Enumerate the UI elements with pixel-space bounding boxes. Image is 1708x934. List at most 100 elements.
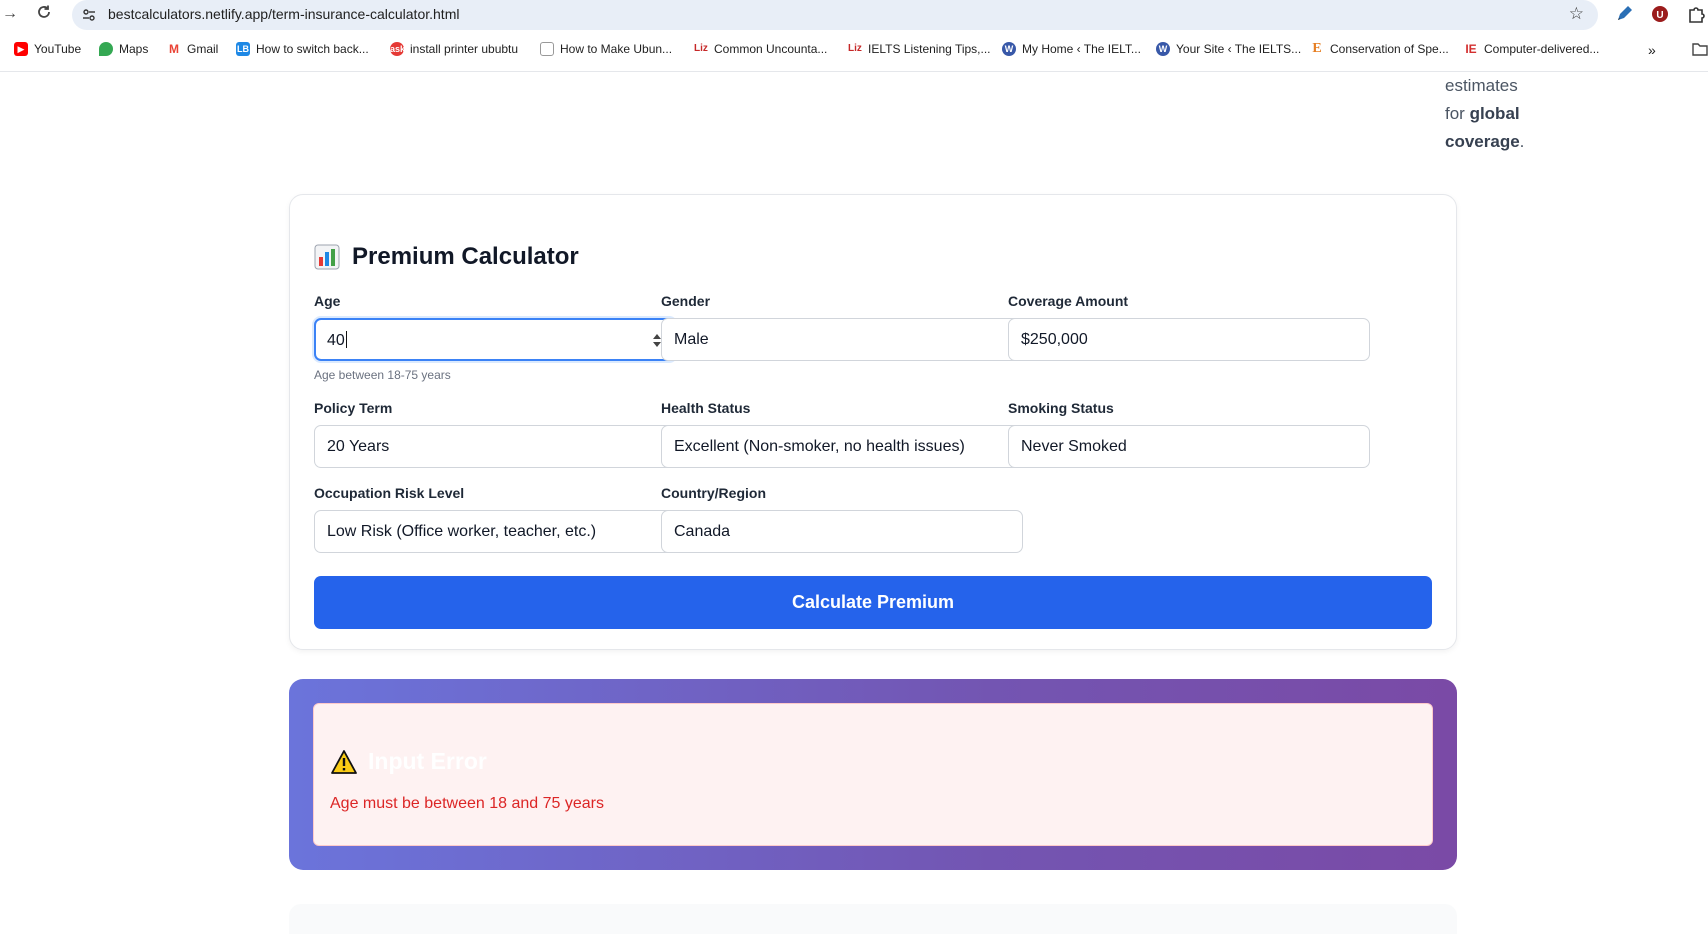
pen-extension-icon[interactable] xyxy=(1614,4,1634,24)
svg-text:U: U xyxy=(1656,10,1663,21)
folder-icon[interactable] xyxy=(1692,42,1708,56)
coverage-label: Coverage Amount xyxy=(1008,293,1129,309)
term-value: 20 Years xyxy=(327,438,390,455)
coverage-field-group: Coverage Amount $250,000 xyxy=(1008,293,1370,361)
bookmark-my-home[interactable]: W My Home ‹ The IELT... xyxy=(1002,42,1141,56)
bookmark-switch-back[interactable]: LB How to switch back... xyxy=(236,42,369,56)
bookmark-label: Common Uncounta... xyxy=(714,42,828,56)
gender-label: Gender xyxy=(661,293,711,309)
next-section-card xyxy=(289,904,1457,934)
reload-icon[interactable] xyxy=(34,4,54,24)
bookmark-star-icon[interactable]: ☆ xyxy=(1569,4,1584,24)
country-label: Country/Region xyxy=(661,485,766,501)
wordpress-icon: W xyxy=(1156,42,1170,56)
country-value: Canada xyxy=(674,523,731,540)
error-title-text: Input Error xyxy=(368,748,487,774)
bookmark-uncountable[interactable]: Liz Common Uncounta... xyxy=(694,42,827,56)
side-text-line: estimates xyxy=(1445,76,1518,95)
browser-chrome: → bestcalculators.netlify.app/term-insur… xyxy=(0,0,1708,72)
bookmark-label: How to switch back... xyxy=(256,42,369,56)
coverage-select[interactable]: $250,000 xyxy=(1008,318,1370,361)
wordpress-icon: W xyxy=(1002,42,1016,56)
calculate-premium-button[interactable]: Calculate Premium xyxy=(314,576,1432,629)
gender-value: Male xyxy=(674,331,709,348)
url-path: /term-insurance-calculator.html xyxy=(268,6,460,22)
side-text-line: coverage. xyxy=(1445,128,1535,156)
bookmark-your-site[interactable]: W Your Site ‹ The IELTS... xyxy=(1156,42,1301,56)
term-select[interactable]: 20 Years xyxy=(314,425,676,468)
bar-chart-icon xyxy=(314,244,340,270)
site-icon xyxy=(540,42,554,56)
smoking-value: Never Smoked xyxy=(1021,438,1127,455)
bookmark-label: Your Site ‹ The IELTS... xyxy=(1176,42,1302,56)
bookmark-computer-delivered[interactable]: IE Computer-delivered... xyxy=(1464,42,1599,56)
side-text-bold: global xyxy=(1469,104,1520,123)
bookmark-label: How to Make Ubun... xyxy=(560,42,673,56)
bookmark-youtube[interactable]: ▶ YouTube xyxy=(14,42,81,56)
age-value: 40 xyxy=(327,331,347,350)
warning-icon xyxy=(331,749,357,774)
maps-icon xyxy=(99,42,113,56)
extensions-puzzle-icon[interactable] xyxy=(1686,4,1706,24)
side-text-fragment: . xyxy=(1519,132,1525,151)
url-text: bestcalculators.netlify.app/term-insuran… xyxy=(108,6,459,22)
bookmark-ielts-tips[interactable]: Liz IELTS Listening Tips,... xyxy=(848,42,991,56)
occupation-select[interactable]: Low Risk (Office worker, teacher, etc.) xyxy=(314,510,676,553)
calculator-title: Premium Calculator xyxy=(314,243,579,271)
forward-icon[interactable]: → xyxy=(0,4,20,24)
side-description: estimates for global coverage. xyxy=(1445,72,1535,156)
calculator-title-text: Premium Calculator xyxy=(352,243,579,270)
side-text-line: for global xyxy=(1445,100,1535,128)
bookmark-label: YouTube xyxy=(34,42,82,56)
bookmark-printer[interactable]: ask install printer ububtu xyxy=(390,42,518,56)
address-bar[interactable]: bestcalculators.netlify.app/term-insuran… xyxy=(72,0,1598,30)
bookmark-label: Gmail xyxy=(187,42,219,56)
text-caret xyxy=(345,331,347,348)
gmail-icon: M xyxy=(167,42,181,56)
country-select[interactable]: Canada xyxy=(661,510,1023,553)
gender-field-group: Gender Male xyxy=(661,293,1023,361)
site-settings-icon[interactable] xyxy=(81,7,97,23)
term-label: Policy Term xyxy=(314,400,393,416)
bookmark-label: IELTS Listening Tips,... xyxy=(868,42,991,56)
bookmark-label: Maps xyxy=(119,42,149,56)
gender-select[interactable]: Male xyxy=(661,318,1023,361)
side-text-bold: coverage xyxy=(1445,132,1520,151)
error-box: Input Error Age must be between 18 and 7… xyxy=(313,703,1433,846)
health-value: Excellent (Non-smoker, no health issues) xyxy=(674,438,965,455)
bookmark-maps[interactable]: Maps xyxy=(99,42,148,56)
side-text-fragment: for xyxy=(1445,104,1470,123)
smoking-field-group: Smoking Status Never Smoked xyxy=(1008,400,1370,468)
occupation-label: Occupation Risk Level xyxy=(314,485,465,501)
smoking-select[interactable]: Never Smoked xyxy=(1008,425,1370,468)
country-field-group: Country/Region Canada xyxy=(661,485,1023,553)
liz-icon: Liz xyxy=(848,42,862,56)
bookmarks-bar: ▶ YouTube Maps M Gmail LB How to switch bac… xyxy=(0,38,1708,64)
error-message: Age must be between 18 and 75 years xyxy=(330,795,604,812)
youtube-icon: ▶ xyxy=(14,42,28,56)
ie-icon: IE xyxy=(1464,42,1478,56)
occupation-field-group: Occupation Risk Level Low Risk (Office w… xyxy=(314,485,676,553)
profile-extension-icon[interactable]: U xyxy=(1650,4,1670,24)
page-content: estimates for global coverage. Premium C… xyxy=(0,72,1708,934)
e-icon: E xyxy=(1310,42,1324,56)
health-field-group: Health Status Excellent (Non-smoker, no … xyxy=(661,400,1023,468)
age-field-group: Age 40 Age between 18-75 years xyxy=(314,293,676,382)
age-input[interactable]: 40 xyxy=(314,318,676,361)
url-host: bestcalculators.netlify.app xyxy=(108,6,269,22)
age-hint: Age between 18-75 years xyxy=(314,368,451,382)
error-title: Input Error xyxy=(330,748,487,775)
bookmark-label: My Home ‹ The IELT... xyxy=(1022,42,1141,56)
premium-calculator-card: Premium Calculator Age 40 Age between 18… xyxy=(289,194,1457,650)
bookmark-gmail[interactable]: M Gmail xyxy=(167,42,218,56)
health-label: Health Status xyxy=(661,400,751,416)
more-bookmarks-icon[interactable]: » xyxy=(1648,42,1656,58)
bookmark-label: install printer ububtu xyxy=(410,42,519,56)
bookmark-ubuntu[interactable]: How to Make Ubun... xyxy=(540,42,672,56)
health-select[interactable]: Excellent (Non-smoker, no health issues) xyxy=(661,425,1023,468)
result-card: Input Error Age must be between 18 and 7… xyxy=(289,679,1457,870)
ask-icon: ask xyxy=(390,42,406,56)
occupation-value: Low Risk (Office worker, teacher, etc.) xyxy=(327,523,597,540)
coverage-value: $250,000 xyxy=(1021,331,1088,348)
bookmark-conservation[interactable]: E Conservation of Spe... xyxy=(1310,42,1449,56)
